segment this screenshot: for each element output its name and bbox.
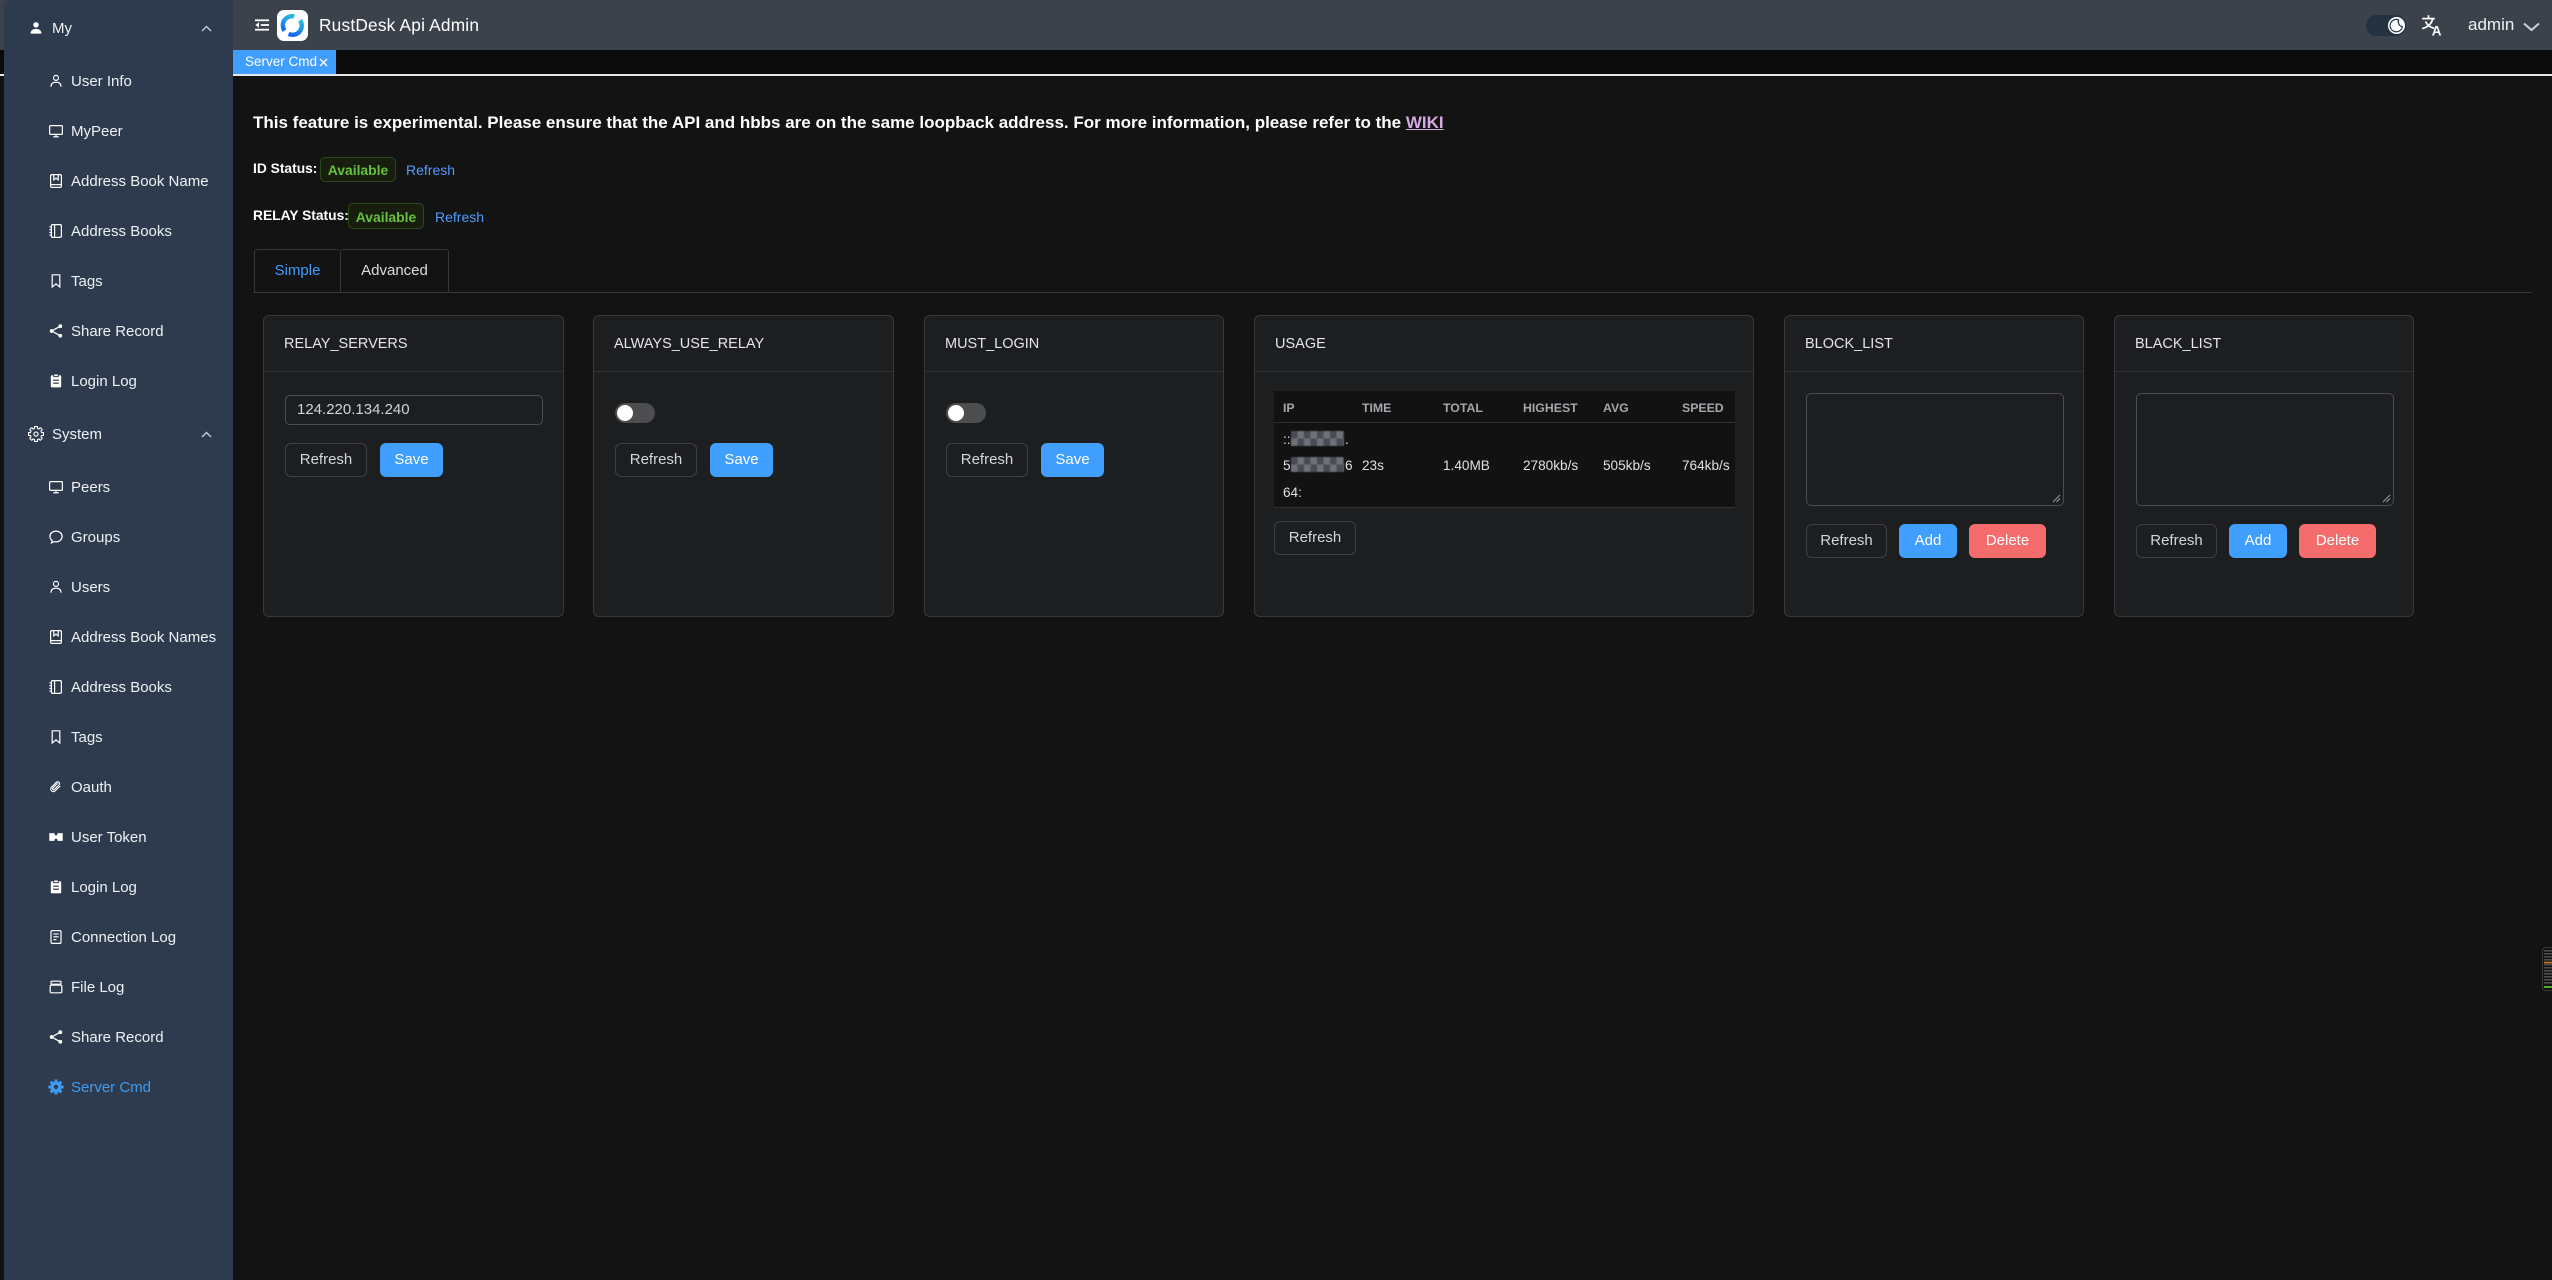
svg-text:A: A xyxy=(2432,23,2442,36)
